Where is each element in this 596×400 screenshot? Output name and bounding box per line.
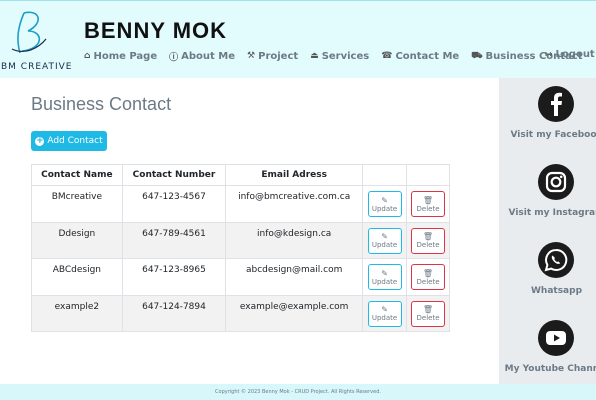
add-contact-label: Add Contact xyxy=(47,136,103,146)
delete-button[interactable]: 🗑 Delete xyxy=(411,227,445,254)
nav-item-project[interactable]: ⚒ Project xyxy=(247,51,298,62)
delete-label: Delete xyxy=(416,204,440,213)
contact-name-cell: ABCdesign xyxy=(31,258,123,296)
delete-cell: 🗑 Delete xyxy=(406,221,450,259)
pencil-icon: ✎ xyxy=(381,268,388,278)
update-button[interactable]: ✎ Update xyxy=(367,191,402,217)
trash-icon: 🗑 xyxy=(422,232,434,241)
delete-button[interactable]: 🗑 Delete xyxy=(411,264,445,290)
plus-circle-icon: + xyxy=(35,135,45,146)
nav-item-contact[interactable]: ☎ Contact Me xyxy=(381,51,459,62)
contact-email-cell: info@kdesign.ca xyxy=(225,221,364,259)
instagram-icon xyxy=(538,164,574,200)
logout-icon: ↦ xyxy=(545,49,553,60)
delete-button[interactable]: 🗑 Delete xyxy=(411,191,445,217)
update-label: Update xyxy=(371,277,398,286)
contact-number-cell: 647-789-4561 xyxy=(121,221,227,259)
logout-link[interactable]: ↦ Logout xyxy=(545,49,595,60)
update-label: Update xyxy=(371,204,398,213)
sidebar-item-label: Visit my Instagram xyxy=(508,208,596,218)
update-button[interactable]: ✎ Update xyxy=(367,227,402,254)
delete-label: Delete xyxy=(416,277,440,286)
logo-text: BM CREATIVE xyxy=(1,62,73,72)
trash-icon: 🗑 xyxy=(422,268,434,278)
tools-icon: ⚒ xyxy=(247,51,256,61)
update-button[interactable]: ✎ Update xyxy=(367,300,402,327)
eject-icon: ⏏ xyxy=(310,51,319,61)
column-header-number[interactable]: Contact Number xyxy=(121,164,227,186)
update-cell: ✎ Update xyxy=(362,258,408,296)
pencil-icon: ✎ xyxy=(381,305,388,314)
column-header-update xyxy=(362,164,408,186)
pencil-icon: ✎ xyxy=(381,195,388,205)
footer-copyright: Copyright © 2023 Benny Mok - CRUD Projec… xyxy=(0,384,596,400)
contact-name-cell: BMcreative xyxy=(31,185,123,223)
nav-item-services[interactable]: ⏏ Services xyxy=(310,51,369,62)
contact-number-cell: 647-123-8965 xyxy=(121,258,227,296)
header: BM CREATIVE BENNY MOK ⌂ Home Page ⓘ Abou… xyxy=(0,0,596,78)
contact-email-cell: abcdesign@mail.com xyxy=(225,258,364,296)
delete-cell: 🗑 Delete xyxy=(406,258,450,296)
table-row: ABCdesign 647-123-8965 abcdesign@mail.co… xyxy=(31,258,450,296)
nav-item-label: Home Page xyxy=(93,50,158,62)
nav-item-label: Project xyxy=(258,50,299,62)
trash-icon: 🗑 xyxy=(422,305,434,314)
contact-email-cell: example@example.com xyxy=(225,294,364,332)
sidebar-item-label: My Youtube Channel xyxy=(504,364,596,374)
main-nav: ⌂ Home Page ⓘ About Me ⚒ Project ⏏ Servi… xyxy=(84,49,595,63)
site-title: BENNY MOK xyxy=(84,18,228,43)
table-row: example2 647-124-7894 example@example.co… xyxy=(31,294,450,332)
column-header-email[interactable]: Email Adress xyxy=(225,164,364,186)
trash-icon: 🗑 xyxy=(422,195,434,205)
contact-name-cell: Ddesign xyxy=(31,221,123,259)
whatsapp-icon xyxy=(538,242,574,278)
logo-mark-icon xyxy=(11,11,47,54)
contact-email-cell: info@bmcreative.com.ca xyxy=(225,185,364,223)
contact-number-cell: 647-123-4567 xyxy=(121,185,227,223)
contact-number-cell: 647-124-7894 xyxy=(121,294,227,332)
update-cell: ✎ Update xyxy=(362,294,408,332)
bm-creative-logo[interactable]: BM CREATIVE xyxy=(0,7,74,73)
nav-item-label: Services xyxy=(321,50,370,62)
add-contact-button[interactable]: + Add Contact xyxy=(31,131,107,151)
nav-item-label: About Me xyxy=(181,50,236,62)
delete-cell: 🗑 Delete xyxy=(406,294,450,332)
table-row: Ddesign 647-789-4561 info@kdesign.ca ✎ U… xyxy=(31,221,450,259)
car-icon: ⛟ xyxy=(471,50,483,61)
page-title: Business Contact xyxy=(31,94,172,114)
update-cell: ✎ Update xyxy=(362,221,408,259)
info-icon: ⓘ xyxy=(169,52,179,63)
table-header-row: Contact Name Contact Number Email Adress xyxy=(31,164,450,186)
contacts-table: Contact Name Contact Number Email Adress… xyxy=(31,164,450,332)
home-icon: ⌂ xyxy=(84,51,91,61)
update-label: Update xyxy=(371,314,398,322)
update-cell: ✎ Update xyxy=(362,185,408,223)
sidebar-item-label: Visit my Facebook xyxy=(510,130,596,140)
update-label: Update xyxy=(371,241,398,249)
social-sidebar: Visit my Facebook Visit my Instagram Wha… xyxy=(499,78,596,384)
phone-icon: ☎ xyxy=(381,51,393,61)
sidebar-item-label: Whatsapp xyxy=(530,286,583,296)
facebook-icon xyxy=(538,86,574,122)
table-row: BMcreative 647-123-4567 info@bmcreative.… xyxy=(31,185,450,223)
logout-label: Logout xyxy=(555,49,595,60)
column-header-name[interactable]: Contact Name xyxy=(31,164,123,186)
nav-item-about[interactable]: ⓘ About Me xyxy=(169,50,235,63)
delete-label: Delete xyxy=(416,241,440,249)
column-header-delete xyxy=(406,164,450,186)
update-button[interactable]: ✎ Update xyxy=(367,264,402,290)
delete-button[interactable]: 🗑 Delete xyxy=(411,300,445,327)
pencil-icon: ✎ xyxy=(381,232,388,241)
nav-item-home[interactable]: ⌂ Home Page xyxy=(84,51,157,62)
contact-name-cell: example2 xyxy=(31,294,123,332)
nav-item-label: Contact Me xyxy=(395,50,460,62)
delete-label: Delete xyxy=(416,314,440,322)
delete-cell: 🗑 Delete xyxy=(406,185,450,223)
youtube-icon xyxy=(538,320,574,356)
